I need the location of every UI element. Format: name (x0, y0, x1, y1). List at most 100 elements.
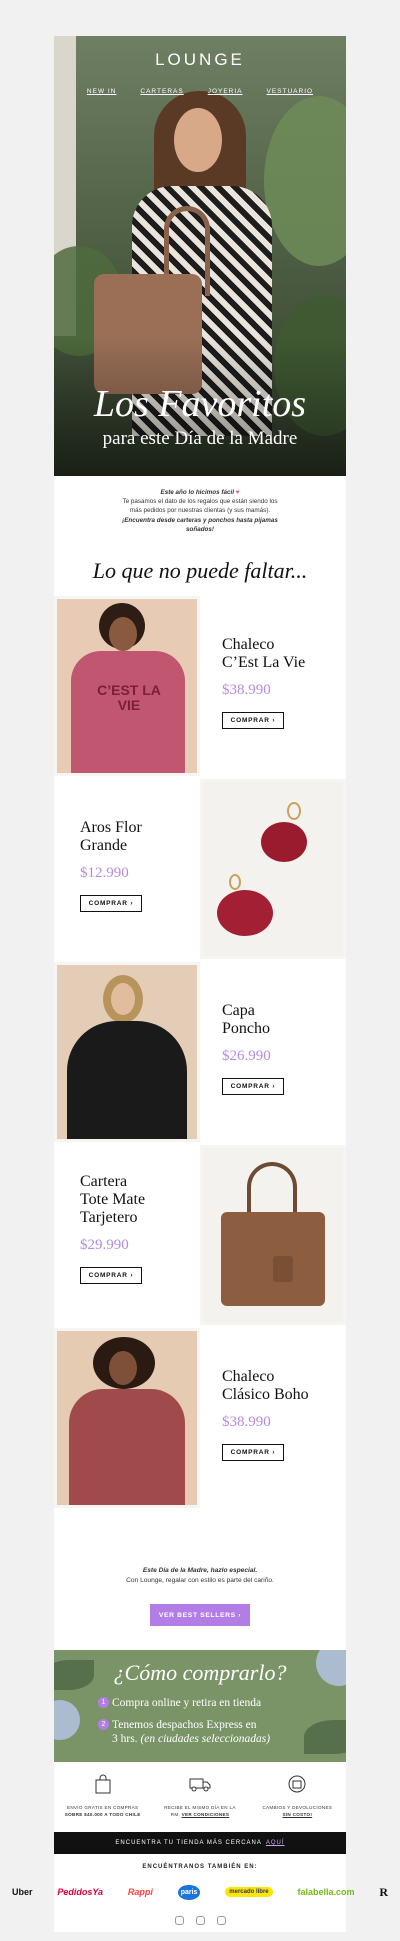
product-name-line: Clásico Boho (222, 1386, 309, 1403)
product-image[interactable]: C’EST LA VIE (54, 596, 200, 776)
brand-logo[interactable]: LOUNGE (54, 50, 346, 70)
nav-new-in[interactable]: NEW IN (87, 88, 116, 95)
shopping-bag-icon (95, 1774, 111, 1794)
benefit-free-shipping: ENVÍO GRATIS EN COMPRAS SOBRE $40.000 A … (54, 1772, 151, 1828)
closing-text: Este Día de la Madre, hazlo especial. Co… (54, 1566, 346, 1586)
buy-button[interactable]: COMPRAR › (222, 1444, 284, 1461)
step-text: Tenemos despachos Express en (112, 1719, 257, 1731)
benefits-row: ENVÍO GRATIS EN COMPRAS SOBRE $40.000 A … (54, 1772, 346, 1828)
partner-mercadolibre[interactable]: mercado libre (225, 1887, 273, 1897)
instagram-icon[interactable] (174, 1916, 184, 1925)
closing-line2: Con Lounge, regalar con estilo es parte … (126, 1577, 274, 1584)
product-name-line: Aros Flor (80, 819, 142, 836)
product-row: Aros Flor Grande $12.990 COMPRAR › (54, 779, 346, 959)
best-sellers-button[interactable]: VER BEST SELLERS › (150, 1604, 250, 1626)
product-row: C’EST LA VIE Chaleco C’Est La Vie $38.99… (54, 596, 346, 776)
closing-line1: Este Día de la Madre, hazlo especial. (142, 1567, 258, 1574)
product-name-line: Tote Mate (80, 1191, 146, 1208)
product-info: Chaleco C’Est La Vie $38.990 COMPRAR › (200, 596, 346, 776)
sweater (71, 651, 185, 773)
product-price: $29.990 (80, 1237, 129, 1253)
product-info: Capa Poncho $26.990 COMPRAR › (200, 962, 346, 1142)
store-locator-link[interactable]: AQUÍ (266, 1840, 285, 1846)
nav-vestuario[interactable]: VESTUARIO (267, 88, 314, 95)
step-1: 1 Compra online y retira en tienda (98, 1696, 261, 1710)
card-holder (273, 1256, 293, 1282)
top-nav: NEW IN CARTERAS JOYERIA VESTUARIO (54, 88, 346, 95)
model-face (109, 617, 137, 651)
product-name-line: Chaleco (222, 636, 275, 653)
model-face (109, 1351, 137, 1385)
section-title: Lo que no puede faltar... (92, 558, 308, 583)
product-image[interactable] (200, 1145, 346, 1325)
partner-pedidosya[interactable]: PedidosYa (57, 1887, 103, 1897)
hero-title: Los Favoritos (93, 383, 307, 425)
return-box-icon (288, 1775, 306, 1793)
product-name: Capa Poncho (222, 1002, 270, 1038)
nav-joyeria[interactable]: JOYERIA (208, 88, 243, 95)
store-locator-bar[interactable]: ENCUENTRA TU TIENDA MÁS CERCANA AQUÍ (54, 1832, 346, 1854)
partner-ripley[interactable]: R (379, 1885, 388, 1900)
step-2: 2 Tenemos despachos Express en 3 hrs. (e… (98, 1718, 271, 1746)
cardigan (69, 1389, 185, 1505)
facebook-icon[interactable] (216, 1916, 226, 1925)
product-row: Capa Poncho $26.990 COMPRAR › (54, 962, 346, 1142)
step-text: 3 hrs. (112, 1733, 138, 1745)
nav-carteras[interactable]: CARTERAS (140, 88, 183, 95)
find-us-heading: ENCUÉNTRANOS TAMBIÉN EN: (142, 1864, 258, 1870)
product-image[interactable] (200, 779, 346, 959)
product-name-line: Poncho (222, 1020, 270, 1037)
step-note: (en ciudades seleccionadas) (140, 1733, 271, 1745)
how-to-buy-banner: ¿Cómo comprarlo? 1 Compra online y retir… (54, 1650, 346, 1762)
product-info: Aros Flor Grande $12.990 COMPRAR › (54, 779, 200, 959)
partner-uber[interactable]: Uber (12, 1887, 33, 1897)
buy-button[interactable]: COMPRAR › (222, 1078, 284, 1095)
benefit-returns: CAMBIOS Y DEVOLUCIONES SIN COSTO! (249, 1772, 346, 1828)
intro-line4: ¡Encuentra desde carteras y ponchos hast… (122, 516, 278, 524)
leaf-decoration (304, 1720, 346, 1754)
product-info: Cartera Tote Mate Tarjetero $29.990 COMP… (54, 1145, 200, 1325)
product-name-line: Tarjetero (80, 1209, 138, 1226)
conditions-link[interactable]: VER CONDICIONES (182, 1812, 230, 1817)
earring-flower (261, 822, 307, 862)
partner-paris[interactable]: paris (177, 1884, 201, 1900)
product-row: Cartera Tote Mate Tarjetero $29.990 COMP… (54, 1145, 346, 1325)
product-name-line: Cartera (80, 1173, 128, 1190)
email-container: LOUNGE NEW IN CARTERAS JOYERIA VESTUARIO… (12, 36, 388, 1932)
buy-button[interactable]: COMPRAR › (222, 712, 284, 729)
product-name-line: C’Est La Vie (222, 654, 306, 671)
product-price: $38.990 (222, 682, 271, 698)
earring-flower (217, 890, 273, 936)
benefit-text: ENVÍO GRATIS EN COMPRAS SOBRE $40.000 A … (54, 1804, 151, 1818)
product-name-line: Chaleco (222, 1368, 275, 1385)
partner-rappi[interactable]: Rappi (128, 1887, 153, 1897)
product-name: Aros Flor Grande (80, 819, 142, 855)
truck-icon (189, 1778, 211, 1792)
benefit-text: RECIBE EL MISMO DÍA EN LA RM. VER CONDIC… (151, 1804, 248, 1818)
benefit-line: ENVÍO GRATIS EN COMPRAS (66, 1805, 139, 1810)
product-image[interactable] (54, 1328, 200, 1508)
flower-decoration (54, 1700, 80, 1740)
store-locator-text: ENCUENTRA TU TIENDA MÁS CERCANA (115, 1840, 262, 1846)
returns-link[interactable]: SIN COSTO! (282, 1812, 312, 1817)
intro-line1: Este año lo hicimos fácil (160, 489, 234, 496)
product-name-line: Capa (222, 1002, 255, 1019)
product-price: $38.990 (222, 1414, 271, 1430)
product-price: $12.990 (80, 865, 129, 881)
hero-banner[interactable]: LOUNGE NEW IN CARTERAS JOYERIA VESTUARIO… (54, 36, 346, 476)
partner-falabella[interactable]: falabella.com (297, 1887, 354, 1897)
step-number: 1 (98, 1697, 109, 1708)
earring-hook (229, 874, 241, 890)
intro-line2: Te pasamos el dato de los regalos que es… (122, 498, 278, 506)
product-row: Chaleco Clásico Boho $38.990 COMPRAR › (54, 1328, 346, 1508)
buy-button[interactable]: COMPRAR › (80, 1267, 142, 1284)
tiktok-icon[interactable] (195, 1916, 205, 1925)
how-to-buy-title: ¿Cómo comprarlo? (113, 1660, 287, 1685)
intro-line3: más pedidos por nuestras clientas (y sus… (129, 507, 271, 515)
buy-button[interactable]: COMPRAR › (80, 895, 142, 912)
product-name: Chaleco Clásico Boho (222, 1368, 309, 1404)
step-number: 2 (98, 1719, 109, 1730)
product-image[interactable] (54, 962, 200, 1142)
benefit-same-day: RECIBE EL MISMO DÍA EN LA RM. VER CONDIC… (151, 1772, 248, 1828)
model-face (174, 108, 222, 172)
